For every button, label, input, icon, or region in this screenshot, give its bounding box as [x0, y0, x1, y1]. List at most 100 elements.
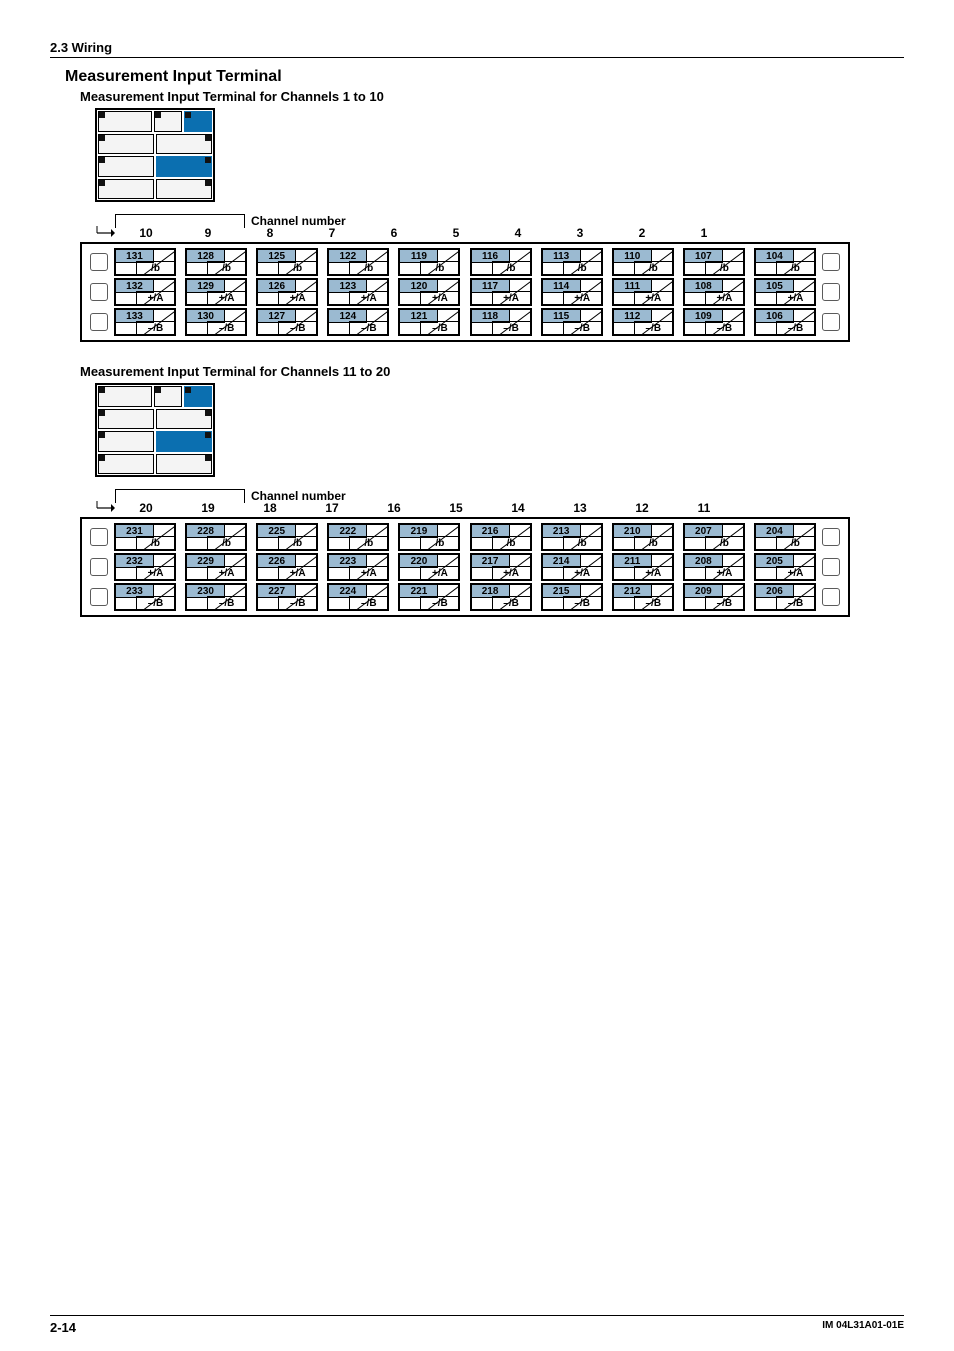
mounting-hole-icon [90, 588, 108, 606]
terminal-sublabel: –/B [492, 596, 530, 609]
group-subtitle: Measurement Input Terminal for Channels … [80, 364, 904, 379]
channel-header: 3 [549, 226, 611, 240]
terminal-cell: 233 –/B [114, 583, 176, 611]
terminal-sublabel: –/B [634, 596, 672, 609]
terminal-sublabel: –/B [136, 596, 174, 609]
terminal-sublabel: +/A [136, 566, 174, 579]
terminal-sublabel: +/A [136, 291, 174, 304]
terminal-sublabel: /b [776, 536, 814, 549]
terminal-row: 231 /b 228 /b 225 /b 222 /b 219 /b 216 [84, 522, 846, 552]
terminal-cell: 119 /b [398, 248, 460, 276]
terminal-sublabel: +/A [207, 566, 245, 579]
mounting-hole-icon [90, 528, 108, 546]
terminal-cell: 120 +/A [398, 278, 460, 306]
terminal-sublabel: +/A [278, 566, 316, 579]
terminal-cell: 129 +/A [185, 278, 247, 306]
terminal-cell: 114 +/A [541, 278, 603, 306]
terminal-sublabel: –/B [420, 596, 458, 609]
terminal-cell: 224 –/B [327, 583, 389, 611]
terminal-cell: 205 +/A [754, 553, 816, 581]
terminal-row: 133 –/B 130 –/B 127 –/B 124 –/B 121 –/B [84, 307, 846, 337]
terminal-cell: 104 /b [754, 248, 816, 276]
terminal-row: 132 +/A 129 +/A 126 +/A 123 +/A 120 +/A [84, 277, 846, 307]
terminal-sublabel: +/A [563, 566, 601, 579]
terminal-sublabel: –/B [776, 321, 814, 334]
terminal-cell: 118 –/B [470, 308, 532, 336]
terminal-cell: 230 –/B [185, 583, 247, 611]
page-number: 2-14 [50, 1320, 76, 1335]
terminal-cell: 214 +/A [541, 553, 603, 581]
terminal-cell: 117 +/A [470, 278, 532, 306]
terminal-sublabel: +/A [634, 291, 672, 304]
terminal-sublabel: +/A [278, 291, 316, 304]
terminal-sublabel: /b [136, 261, 174, 274]
mounting-hole-icon [90, 558, 108, 576]
terminal-cell: 108 +/A [683, 278, 745, 306]
terminal-cell: 231 /b [114, 523, 176, 551]
terminal-cell: 225 /b [256, 523, 318, 551]
terminal-cell: 232 +/A [114, 553, 176, 581]
terminal-cell: 208 +/A [683, 553, 745, 581]
terminal-row: 233 –/B 230 –/B 227 –/B 224 –/B 221 –/B [84, 582, 846, 612]
terminal-block: 131 /b 128 /b 125 /b 122 /b 119 /b 116 [80, 242, 850, 342]
terminal-cell: 133 –/B [114, 308, 176, 336]
terminal-cell: 110 /b [612, 248, 674, 276]
terminal-row: 131 /b 128 /b 125 /b 122 /b 119 /b 116 [84, 247, 846, 277]
terminal-block-illustration [95, 383, 904, 477]
section-header: 2.3 Wiring [50, 40, 904, 58]
terminal-row: 232 +/A 229 +/A 226 +/A 223 +/A 220 +/A [84, 552, 846, 582]
terminal-sublabel: +/A [776, 291, 814, 304]
terminal-sublabel: +/A [705, 291, 743, 304]
terminal-sublabel: –/B [563, 596, 601, 609]
terminal-sublabel: –/B [776, 596, 814, 609]
terminal-sublabel: –/B [705, 321, 743, 334]
terminal-cell: 128 /b [185, 248, 247, 276]
terminal-sublabel: /b [207, 261, 245, 274]
terminal-sublabel: /b [563, 536, 601, 549]
channel-header: 9 [177, 226, 239, 240]
channel-header: 10 [115, 226, 177, 240]
terminal-sublabel: –/B [207, 596, 245, 609]
terminal-cell: 217 +/A [470, 553, 532, 581]
channel-header: 11 [673, 501, 735, 515]
terminal-cell: 131 /b [114, 248, 176, 276]
terminal-sublabel: +/A [420, 566, 458, 579]
terminal-sublabel: –/B [420, 321, 458, 334]
terminal-sublabel: /b [634, 261, 672, 274]
terminal-cell: 220 +/A [398, 553, 460, 581]
terminal-cell: 121 –/B [398, 308, 460, 336]
terminal-cell: 213 /b [541, 523, 603, 551]
terminal-sublabel: –/B [492, 321, 530, 334]
terminal-sublabel: –/B [278, 321, 316, 334]
terminal-sublabel: /b [705, 261, 743, 274]
terminal-sublabel: –/B [563, 321, 601, 334]
mounting-hole-icon [90, 283, 108, 301]
channel-header: 20 [115, 501, 177, 515]
terminal-sublabel: +/A [349, 566, 387, 579]
arrow-icon [95, 501, 115, 515]
channel-header: 16 [363, 501, 425, 515]
terminal-sublabel: –/B [136, 321, 174, 334]
mounting-hole-icon [822, 528, 840, 546]
terminal-cell: 215 –/B [541, 583, 603, 611]
terminal-sublabel: –/B [349, 596, 387, 609]
terminal-sublabel: /b [420, 261, 458, 274]
terminal-sublabel: /b [278, 536, 316, 549]
channel-header: 5 [425, 226, 487, 240]
terminal-sublabel: +/A [634, 566, 672, 579]
terminal-sublabel: /b [207, 536, 245, 549]
terminal-cell: 227 –/B [256, 583, 318, 611]
terminal-cell: 218 –/B [470, 583, 532, 611]
terminal-cell: 210 /b [612, 523, 674, 551]
terminal-sublabel: /b [278, 261, 316, 274]
mounting-hole-icon [822, 588, 840, 606]
terminal-sublabel: –/B [634, 321, 672, 334]
main-title: Measurement Input Terminal [65, 68, 904, 86]
terminal-sublabel: +/A [776, 566, 814, 579]
mounting-hole-icon [822, 253, 840, 271]
terminal-sublabel: /b [634, 536, 672, 549]
terminal-sublabel: +/A [207, 291, 245, 304]
terminal-sublabel: +/A [492, 566, 530, 579]
terminal-sublabel: /b [349, 261, 387, 274]
terminal-cell: 122 /b [327, 248, 389, 276]
